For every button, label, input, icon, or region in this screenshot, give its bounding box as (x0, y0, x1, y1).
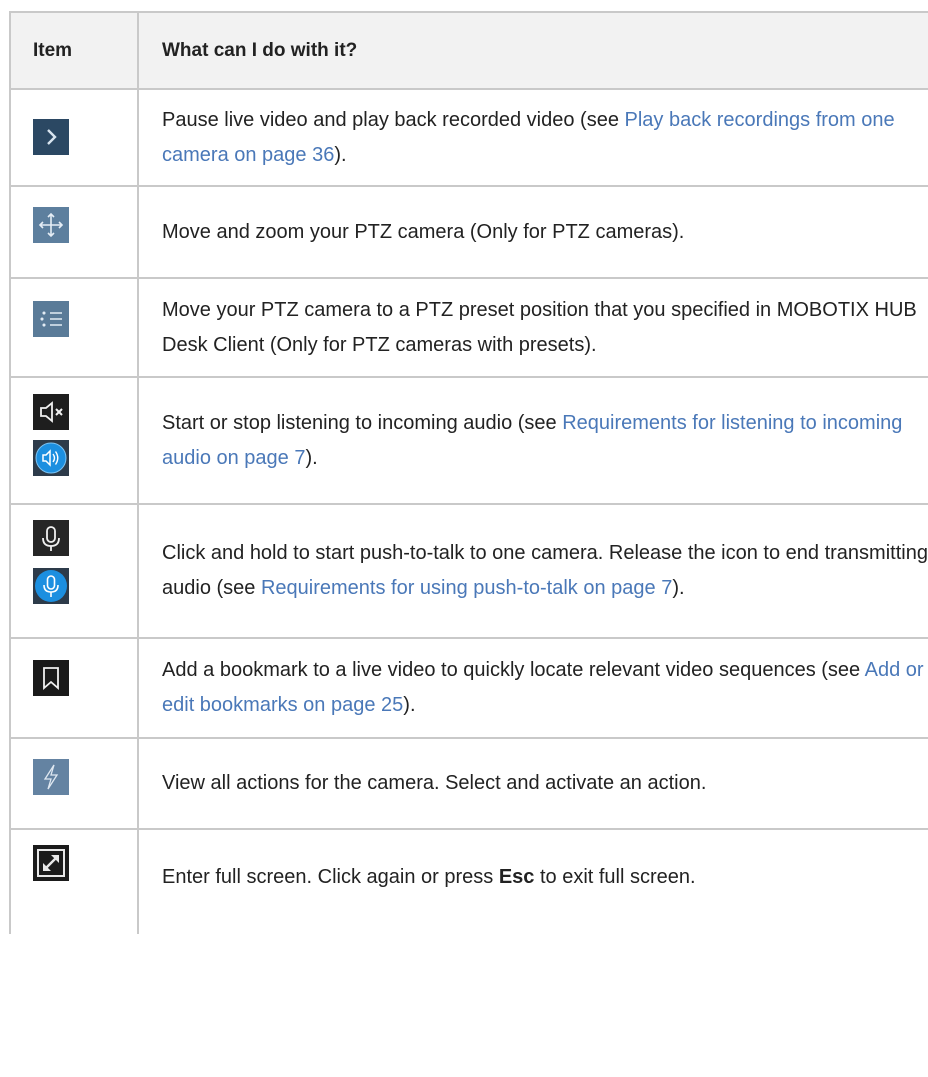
play-chevron-icon (33, 119, 69, 155)
table-row: Start or stop listening to incoming audi… (9, 378, 928, 505)
item-cell (9, 279, 139, 376)
description-text: Move your PTZ camera to a PTZ preset pos… (162, 298, 917, 356)
speaker-on-icon[interactable] (33, 440, 69, 476)
description-cell: Move your PTZ camera to a PTZ preset pos… (139, 279, 928, 376)
description-cell: Start or stop listening to incoming audi… (139, 378, 928, 503)
description-text-end: ). (305, 446, 318, 469)
item-cell (9, 505, 139, 637)
description-cell: Enter full screen. Click again or press … (139, 830, 928, 934)
item-cell (9, 187, 139, 277)
description-text: Start or stop listening to incoming audi… (162, 411, 563, 434)
fullscreen-icon[interactable] (33, 845, 69, 881)
description-text: View all actions for the camera. Select … (162, 772, 707, 794)
ptz-move-icon (33, 207, 69, 243)
header-item: Item (9, 13, 139, 88)
item-cell (9, 639, 139, 737)
link-requirements-push-to-talk[interactable]: Requirements for using push-to-talk on p… (261, 577, 672, 599)
table-row: Add a bookmark to a live video to quickl… (9, 639, 928, 739)
esc-key-label: Esc (498, 866, 535, 888)
table-header: Item What can I do with it? (9, 11, 928, 90)
bookmark-icon[interactable] (33, 660, 69, 696)
item-cell (9, 830, 139, 934)
description-cell: View all actions for the camera. Select … (139, 739, 928, 828)
description-cell: Pause live video and play back recorded … (139, 90, 928, 185)
description-text: Pause live video and play back recorded … (162, 108, 625, 131)
item-cell (9, 739, 139, 828)
speaker-mute-icon[interactable] (33, 394, 69, 430)
table-row: Move your PTZ camera to a PTZ preset pos… (9, 279, 928, 378)
controls-table: Item What can I do with it? Pause live v… (9, 11, 928, 934)
header-description: What can I do with it? (162, 40, 358, 61)
item-cell (9, 378, 139, 503)
table-row: Move and zoom your PTZ camera (Only for … (9, 187, 928, 279)
description-text-end: ). (403, 694, 416, 716)
description-text-end: to exit full screen. (534, 866, 696, 888)
microphone-active-icon[interactable] (33, 568, 69, 604)
description-cell: Add a bookmark to a live video to quickl… (139, 639, 928, 737)
table-row: Click and hold to start push-to-talk to … (9, 505, 928, 639)
description-text-end: ). (672, 577, 685, 599)
lightning-action-icon[interactable] (33, 759, 69, 795)
description-text-end: ). (334, 143, 347, 166)
description-text: Enter full screen. Click again or press (162, 866, 499, 888)
description-text: Move and zoom your PTZ camera (Only for … (162, 220, 685, 243)
microphone-icon[interactable] (33, 520, 69, 556)
description-cell: Move and zoom your PTZ camera (Only for … (139, 187, 928, 277)
ptz-preset-list-icon (33, 301, 69, 337)
table-row: Enter full screen. Click again or press … (9, 830, 928, 934)
item-cell (9, 90, 139, 185)
table-row: Pause live video and play back recorded … (9, 90, 928, 187)
table-row: View all actions for the camera. Select … (9, 739, 928, 830)
description-cell: Click and hold to start push-to-talk to … (139, 505, 928, 637)
description-text: Add a bookmark to a live video to quickl… (162, 659, 865, 681)
